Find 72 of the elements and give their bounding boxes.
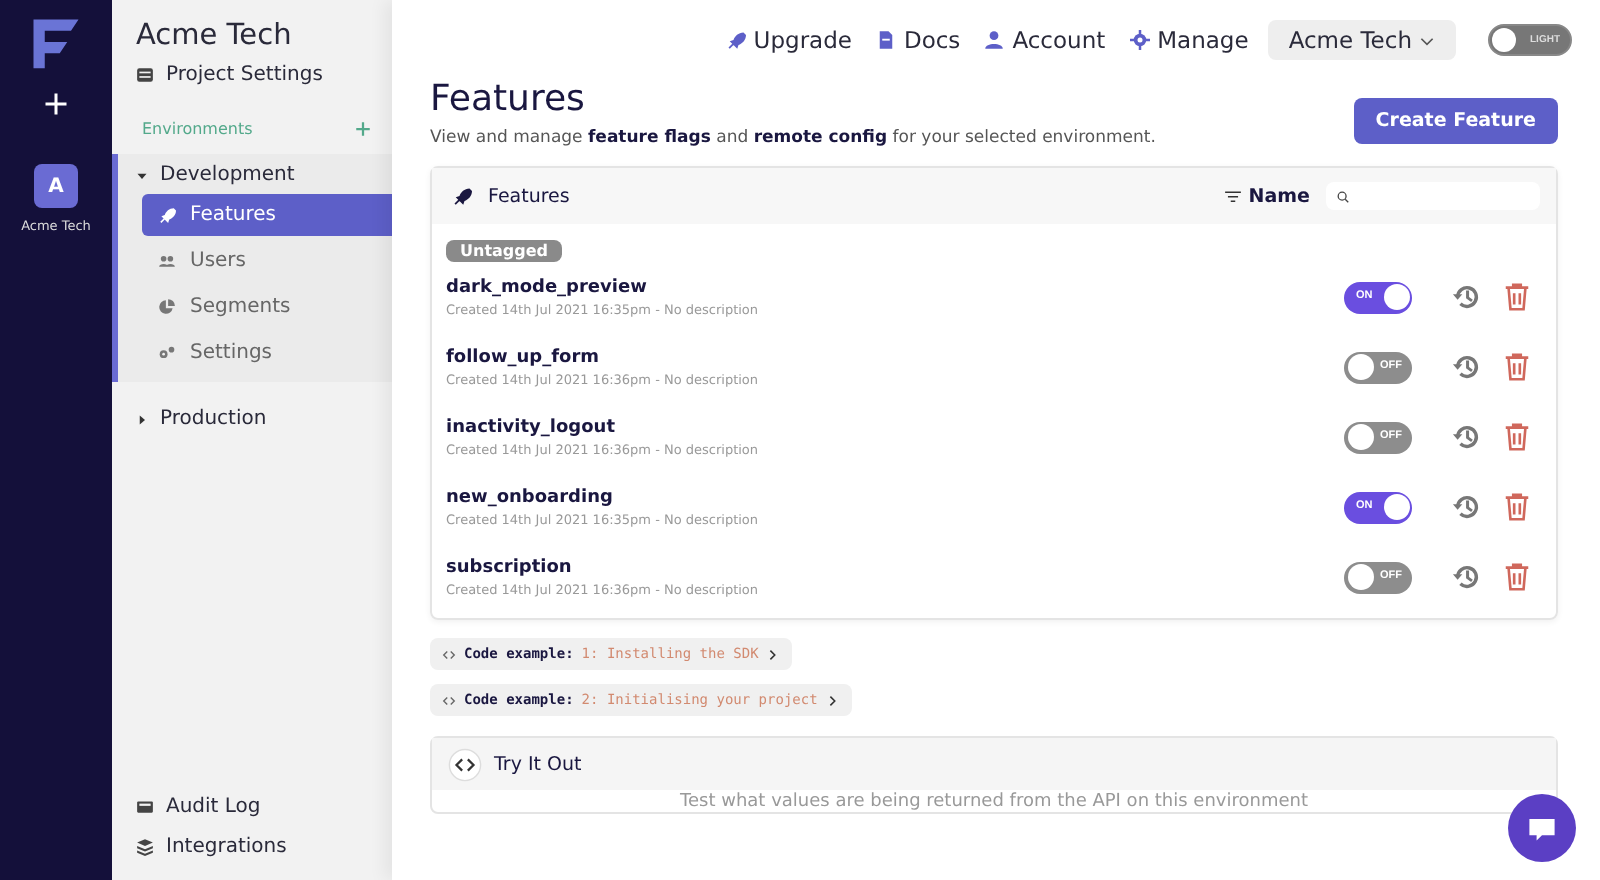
history-button[interactable] bbox=[1452, 562, 1482, 592]
delete-button[interactable] bbox=[1502, 562, 1532, 592]
environment-item[interactable]: Development bbox=[118, 160, 392, 190]
history-button[interactable] bbox=[1452, 352, 1482, 382]
list-icon bbox=[136, 798, 154, 816]
delete-button[interactable] bbox=[1502, 352, 1532, 382]
history-button[interactable] bbox=[1452, 422, 1482, 452]
tag-label: Untagged bbox=[446, 240, 563, 262]
feature-name[interactable]: new_onboarding bbox=[446, 487, 1324, 507]
delete-button[interactable] bbox=[1502, 492, 1532, 522]
section-label: Environments bbox=[142, 120, 253, 138]
nav-item[interactable]: Segments bbox=[142, 286, 392, 328]
sidebar-link[interactable]: Integrations bbox=[112, 830, 392, 864]
nav-link[interactable]: Account bbox=[984, 26, 1106, 54]
search-icon bbox=[1336, 189, 1350, 203]
history-icon bbox=[1452, 282, 1482, 312]
project-name: Acme Tech bbox=[134, 20, 294, 52]
plus-icon[interactable] bbox=[44, 92, 68, 116]
nav-link[interactable]: Docs bbox=[875, 26, 961, 54]
feature-name[interactable]: inactivity_logout bbox=[446, 417, 1324, 437]
code-icon bbox=[442, 693, 456, 707]
trash-icon bbox=[1502, 422, 1532, 452]
code-icon bbox=[448, 747, 482, 781]
nav-item[interactable]: Settings bbox=[142, 332, 392, 374]
plus-icon bbox=[354, 120, 372, 138]
document-icon bbox=[875, 30, 896, 50]
panel-title: Try It Out bbox=[494, 753, 582, 775]
feature-name[interactable]: dark_mode_preview bbox=[446, 277, 1324, 297]
code-icon bbox=[442, 647, 456, 661]
project-settings-link[interactable]: Project Settings bbox=[112, 58, 392, 92]
page-description: View and manage feature flags and remote config for your selected environment. bbox=[430, 128, 1156, 148]
delete-button[interactable] bbox=[1502, 282, 1532, 312]
feature-name[interactable]: follow_up_form bbox=[446, 347, 1324, 367]
caret-icon bbox=[136, 169, 148, 181]
nav-item[interactable]: Users bbox=[142, 240, 392, 282]
rocket-icon bbox=[158, 206, 176, 224]
trash-icon bbox=[1502, 562, 1532, 592]
history-icon bbox=[1452, 492, 1482, 522]
panel-icon bbox=[136, 66, 154, 84]
nav-link[interactable]: Upgrade bbox=[725, 26, 852, 54]
history-icon bbox=[1452, 352, 1482, 382]
delete-button[interactable] bbox=[1502, 422, 1532, 452]
trash-icon bbox=[1502, 492, 1532, 522]
history-icon bbox=[1452, 562, 1482, 592]
org-dropdown[interactable]: Acme Tech bbox=[1268, 20, 1456, 60]
panel-description: Test what values are being returned from the API on this environment bbox=[678, 790, 1310, 812]
rocket-icon bbox=[725, 30, 746, 50]
sort-button[interactable]: Name bbox=[1224, 185, 1310, 207]
rocket-icon bbox=[452, 186, 472, 206]
create-feature-button[interactable]: Create Feature bbox=[1353, 98, 1558, 144]
caret-icon bbox=[136, 413, 148, 425]
feature-name[interactable]: subscription bbox=[446, 557, 1324, 577]
pie-chart-icon bbox=[158, 298, 176, 316]
layers-icon bbox=[136, 838, 154, 856]
environment-item[interactable]: Production bbox=[112, 404, 392, 434]
panel-title: Features bbox=[488, 185, 570, 207]
history-button[interactable] bbox=[1452, 282, 1482, 312]
chevron-icon bbox=[825, 693, 840, 707]
search-field[interactable] bbox=[1326, 182, 1540, 210]
users-icon bbox=[158, 252, 176, 270]
user-icon bbox=[984, 30, 1005, 50]
nav-link[interactable]: Manage bbox=[1129, 26, 1249, 54]
page-title: Features bbox=[430, 78, 587, 120]
trash-icon bbox=[1502, 352, 1532, 382]
org-avatar[interactable]: A bbox=[34, 164, 78, 208]
trash-icon bbox=[1502, 282, 1532, 312]
sidebar-link[interactable]: Audit Log bbox=[112, 790, 392, 824]
filter-icon bbox=[1224, 187, 1243, 205]
chevron-icon bbox=[766, 647, 781, 661]
nav-item[interactable]: Features bbox=[142, 194, 392, 236]
history-icon bbox=[1452, 422, 1482, 452]
history-button[interactable] bbox=[1452, 492, 1482, 522]
